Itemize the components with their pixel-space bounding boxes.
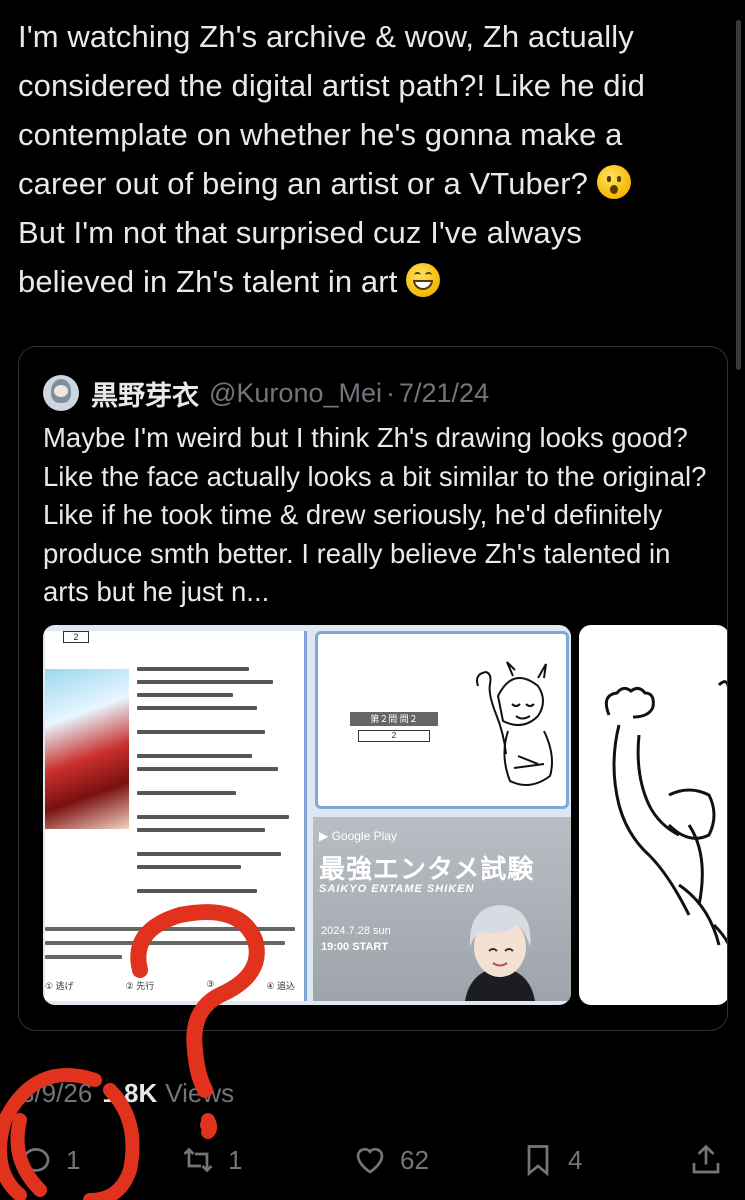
promo-time: 19:00 START <box>321 941 389 953</box>
retweet-button[interactable]: 1 <box>180 1138 242 1182</box>
action-bar: 1 1 62 4 <box>0 1138 745 1182</box>
answer-sheet: 第２問 問２ 2 <box>315 631 569 809</box>
character-doodle <box>476 661 553 786</box>
stream-screenshot: 第２問 問２ 2 ▶ Google Play 最強エンタメ試験 SAIKYO E… <box>313 631 571 1001</box>
promo-subtitle: SAIKYO ENTAME SHIKEN <box>319 883 475 895</box>
reply-icon <box>21 1148 50 1175</box>
hushed-face-icon <box>596 165 631 199</box>
promo-date: 2024.7.28 sun <box>321 925 391 937</box>
tweet-line-text: believed in Zh's talent in art <box>18 264 398 299</box>
choice-3: ③ <box>206 979 215 989</box>
question-text-block <box>45 927 300 969</box>
views-count: 1.8K <box>102 1078 158 1108</box>
like-button[interactable]: 62 <box>352 1138 429 1182</box>
quoted-tweet-card[interactable]: 黒野芽衣 @Kurono_Mei · 7/21/24 Maybe I'm wei… <box>18 346 728 1031</box>
answer-field: 2 <box>358 730 430 742</box>
bookmark-icon <box>527 1145 549 1177</box>
avatar[interactable] <box>43 375 79 411</box>
tweet-line: I'm watching Zh's archive & wow, Zh actu… <box>18 19 634 54</box>
retweet-count: 1 <box>228 1144 243 1175</box>
reply-count: 1 <box>66 1144 81 1175</box>
tweet-line: But I'm not that surprised cuz I've alwa… <box>18 215 582 250</box>
quoted-author-handle[interactable]: @Kurono_Mei <box>209 378 382 409</box>
grinning-face-icon <box>406 263 441 297</box>
anime-art-thumbnail <box>45 669 129 829</box>
tweet-line: believed in Zh's talent in art <box>18 257 718 306</box>
tweet-meta: 3/9/26 1.8K Views <box>20 1078 234 1109</box>
exam-page-image: 2 ① 逃げ ② 先行 ③ ④ 追込 <box>45 631 307 1001</box>
character-doodle-closeup <box>604 680 727 946</box>
promo-title: 最強エンタメ試験 <box>319 854 535 884</box>
quoted-tweet-text: Maybe I'm weird but I think Zh's drawing… <box>43 422 707 607</box>
reply-button[interactable]: 1 <box>18 1138 80 1182</box>
tweet-line: considered the digital artist path?! Lik… <box>18 68 645 103</box>
tweet-line: contemplate on whether he's gonna make a <box>18 117 623 152</box>
choice-2: ② 先行 <box>125 981 155 991</box>
like-count: 62 <box>400 1144 429 1175</box>
store-name: Google Play <box>331 829 397 843</box>
question-label: 第２問 問２ <box>350 712 438 726</box>
bookmark-count: 4 <box>568 1144 583 1175</box>
media-image-doodle[interactable] <box>579 625 727 1005</box>
views-label: Views <box>165 1078 235 1108</box>
bookmark-button[interactable]: 4 <box>520 1138 582 1182</box>
separator-dot: · <box>386 377 395 408</box>
quoted-tweet-date[interactable]: 7/21/24 <box>399 378 489 409</box>
quoted-media: 2 ① 逃げ ② 先行 ③ ④ 追込 第２問 問２ 2 ▶ Google Pla… <box>43 625 727 1005</box>
vtuber-avatar <box>465 905 535 1001</box>
retweet-icon <box>183 1147 213 1173</box>
answer-choices: ① 逃げ ② 先行 ③ ④ 追込 <box>45 979 295 992</box>
quoted-tweet-header: 黒野芽衣 @Kurono_Mei · 7/21/24 <box>43 375 489 411</box>
media-image-exam[interactable]: 2 ① 逃げ ② 先行 ③ ④ 追込 第２問 問２ 2 ▶ Google Pla… <box>43 625 571 1005</box>
share-button[interactable] <box>688 1138 736 1182</box>
share-icon <box>692 1144 720 1174</box>
tweet-text: I'm watching Zh's archive & wow, Zh actu… <box>18 12 718 306</box>
heart-icon <box>356 1147 384 1174</box>
tweet-line-text: career out of being an artist or a VTube… <box>18 166 588 201</box>
tweet-line: career out of being an artist or a VTube… <box>18 159 718 208</box>
scrollbar[interactable] <box>736 20 741 370</box>
quoted-author-name[interactable]: 黒野芽衣 <box>91 374 199 413</box>
promo-banner: ▶ Google Play 最強エンタメ試験 SAIKYO ENTAME SHI… <box>313 817 571 1001</box>
choice-1: ① 逃げ <box>45 981 74 991</box>
google-play-label: ▶ Google Play <box>319 829 397 843</box>
page-number-box: 2 <box>63 631 89 643</box>
japanese-text-block <box>137 667 297 902</box>
tweet-timestamp[interactable]: 3/9/26 <box>20 1078 92 1109</box>
choice-4: ④ 追込 <box>266 981 295 991</box>
